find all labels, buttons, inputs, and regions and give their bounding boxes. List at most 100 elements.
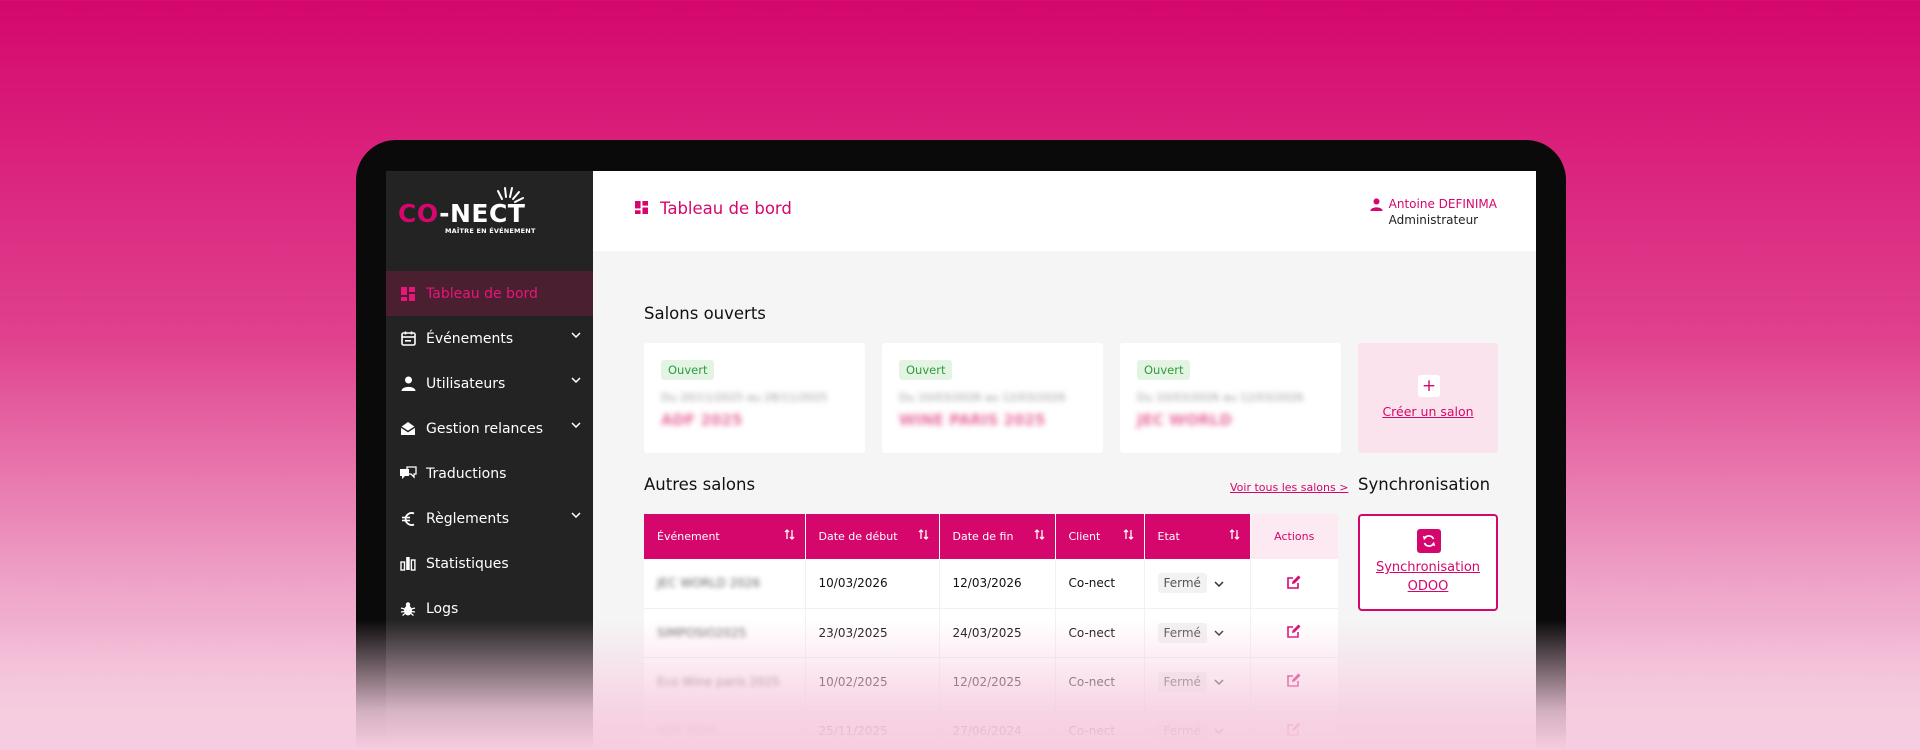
euro-icon <box>399 510 417 528</box>
status-badge: Ouvert <box>1137 360 1191 380</box>
bar-chart-icon <box>399 555 417 573</box>
translate-icon <box>399 465 417 483</box>
sidebar-item-reglements[interactable]: Règlements <box>386 496 593 541</box>
mail-open-icon <box>399 420 417 438</box>
fair-name: ADF 2025 <box>661 411 743 429</box>
cell-start-date: 10/02/2025 <box>805 657 940 707</box>
sidebar-item-tableau-de-bord[interactable]: Tableau de bord <box>386 271 593 316</box>
cell-actions <box>1250 706 1338 750</box>
state-select[interactable]: Fermé <box>1157 671 1207 692</box>
table-row[interactable]: JEC WORLD 2026 10/03/2026 12/03/2026 Co-… <box>644 559 1338 609</box>
cell-event: ADF 2024 <box>644 706 806 750</box>
sync-label-line2: ODOO <box>1407 579 1449 594</box>
laptop-frame: CO-NECT MAÎTRE EN ÉVÉNEMENT Tableau de b… <box>356 140 1566 750</box>
page-title: Tableau de bord <box>635 199 792 218</box>
column-header-date-debut[interactable]: Date de début <box>805 514 940 559</box>
dashboard-icon <box>399 285 417 303</box>
cell-end-date: 12/03/2026 <box>939 559 1056 609</box>
sync-heading: Synchronisation <box>1358 475 1491 494</box>
cell-actions <box>1250 559 1338 609</box>
user-icon <box>1370 197 1383 211</box>
chevron-down-icon[interactable] <box>1214 728 1224 734</box>
chevron-down-icon <box>571 512 581 518</box>
cell-event: SIMPOSIO2025 <box>644 608 806 658</box>
status-badge: Ouvert <box>899 360 953 380</box>
chevron-down-icon[interactable] <box>1214 630 1224 636</box>
other-fairs-table: Événement Date de début Date de fin Clie… <box>644 514 1338 750</box>
cell-client: Co-nect <box>1055 706 1145 750</box>
create-fair-label[interactable]: Créer un salon <box>1358 404 1498 419</box>
cell-start-date: 10/03/2026 <box>805 559 940 609</box>
chevron-down-icon <box>571 422 581 428</box>
sidebar-item-logs[interactable]: Logs <box>386 586 593 631</box>
sidebar-item-label: Statistiques <box>426 555 509 572</box>
user-menu[interactable]: Antoine DEFINIMA Administrateur <box>1370 196 1497 228</box>
cell-state: Fermé <box>1144 559 1251 609</box>
fair-dates: Du 10/03/2026 au 12/03/2026 <box>1137 391 1304 404</box>
table-row[interactable]: SIMPOSIO2025 23/03/2025 24/03/2025 Co-ne… <box>644 608 1338 658</box>
edit-icon[interactable] <box>1287 673 1301 687</box>
logo-tagline: MAÎTRE EN ÉVÉNEMENT <box>445 227 536 235</box>
fair-name: JEC WORLD <box>1137 411 1232 429</box>
dashboard-icon <box>635 199 648 218</box>
sync-odoo-button[interactable]: Synchronisation ODOO <box>1358 514 1498 611</box>
cell-actions <box>1250 608 1338 658</box>
status-badge: Ouvert <box>661 360 715 380</box>
edit-icon[interactable] <box>1287 624 1301 638</box>
chevron-down-icon[interactable] <box>1214 581 1224 587</box>
sidebar-item-label: Règlements <box>426 510 510 527</box>
user-role: Administrateur <box>1388 213 1479 227</box>
sidebar-item-utilisateurs[interactable]: Utilisateurs <box>386 361 593 406</box>
edit-icon[interactable] <box>1287 575 1301 589</box>
main-content: Tableau de bord Antoine DEFINIMA Adminis… <box>593 171 1536 750</box>
open-fair-card[interactable]: Ouvert Du 20/11/2025 au 28/11/2025 ADF 2… <box>644 343 865 453</box>
open-fair-card[interactable]: Ouvert Du 10/03/2026 au 12/03/2026 JEC W… <box>1120 343 1341 453</box>
user-name-row: Antoine DEFINIMA <box>1370 196 1497 212</box>
edit-icon[interactable] <box>1287 722 1301 736</box>
column-header-date-fin[interactable]: Date de fin <box>939 514 1056 559</box>
table-row[interactable]: Eco Wine paris 2025 10/02/2025 12/02/202… <box>644 657 1338 707</box>
bug-icon <box>399 600 417 618</box>
table-header-row: Événement Date de début Date de fin Clie… <box>644 514 1338 559</box>
open-fair-card[interactable]: Ouvert Du 10/03/2026 au 12/03/2026 WINE … <box>882 343 1103 453</box>
brand-logo[interactable]: CO-NECT MAÎTRE EN ÉVÉNEMENT <box>398 183 548 237</box>
sync-label-line1: Synchronisation <box>1375 560 1481 575</box>
fair-dates: Du 10/03/2026 au 12/03/2026 <box>899 391 1066 404</box>
sort-icon[interactable] <box>1034 529 1045 540</box>
sidebar-item-statistiques[interactable]: Statistiques <box>386 541 593 586</box>
sidebar-item-traductions[interactable]: Traductions <box>386 451 593 496</box>
cell-end-date: 24/03/2025 <box>939 608 1056 658</box>
sidebar-item-label: Logs <box>426 600 459 617</box>
app-screen: CO-NECT MAÎTRE EN ÉVÉNEMENT Tableau de b… <box>386 171 1536 750</box>
column-header-client[interactable]: Client <box>1055 514 1145 559</box>
chevron-down-icon[interactable] <box>1214 679 1224 685</box>
open-fairs-heading: Salons ouverts <box>644 304 766 323</box>
table-row[interactable]: ADF 2024 25/11/2025 27/06/2024 Co-nect F… <box>644 706 1338 750</box>
sidebar-item-label: Traductions <box>426 465 507 482</box>
state-select[interactable]: Fermé <box>1157 720 1207 741</box>
chevron-down-icon <box>571 377 581 383</box>
sort-icon[interactable] <box>784 529 795 540</box>
sort-icon[interactable] <box>1123 529 1134 540</box>
column-header-actions: Actions <box>1250 514 1338 559</box>
state-select[interactable]: Fermé <box>1157 622 1207 643</box>
column-label: Date de fin <box>952 530 1014 543</box>
sync-odoo-label[interactable]: Synchronisation ODOO <box>1360 558 1496 596</box>
see-all-fairs-link[interactable]: Voir tous les salons > <box>1230 481 1348 494</box>
sidebar-item-gestion-relances[interactable]: Gestion relances <box>386 406 593 451</box>
cell-start-date: 23/03/2025 <box>805 608 940 658</box>
column-header-etat[interactable]: Etat <box>1144 514 1251 559</box>
state-select[interactable]: Fermé <box>1157 573 1207 594</box>
page-title-text: Tableau de bord <box>660 199 792 218</box>
sidebar-item-evenements[interactable]: Événements <box>386 316 593 361</box>
sidebar-item-label: Événements <box>426 330 514 347</box>
sidebar: CO-NECT MAÎTRE EN ÉVÉNEMENT Tableau de b… <box>386 171 593 750</box>
sort-icon[interactable] <box>918 529 929 540</box>
column-header-evenement[interactable]: Événement <box>644 514 806 559</box>
cell-start-date: 25/11/2025 <box>805 706 940 750</box>
top-bar: Tableau de bord Antoine DEFINIMA Adminis… <box>593 171 1536 251</box>
sort-icon[interactable] <box>1229 529 1240 540</box>
cell-state: Fermé <box>1144 608 1251 658</box>
cell-state: Fermé <box>1144 657 1251 707</box>
create-fair-button[interactable]: + Créer un salon <box>1358 343 1498 453</box>
